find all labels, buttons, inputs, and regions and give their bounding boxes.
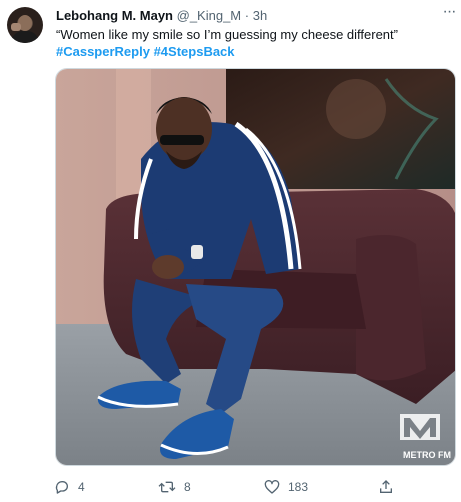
tweet-card[interactable]: Lebohang M. Mayn @_King_M · 3h ··· “Wome… — [0, 0, 461, 502]
tweet-text: “Women like my smile so I’m guessing my … — [56, 27, 398, 42]
author-handle[interactable]: @_King_M — [177, 8, 242, 23]
share-icon — [380, 480, 392, 493]
reply-icon — [55, 480, 68, 494]
photo-illustration: METRO FM — [56, 69, 455, 465]
more-horizontal-icon[interactable]: ··· — [441, 4, 457, 20]
tweet-hashtags: #CassperReply #4StepsBack — [56, 44, 235, 60]
heart-icon — [264, 480, 280, 494]
watermark-text: METRO FM — [403, 450, 451, 460]
like-count: 183 — [288, 480, 309, 494]
tweet-time[interactable]: 3h — [253, 8, 267, 23]
retweet-button[interactable]: 8 — [158, 476, 191, 498]
reply-button[interactable]: 4 — [54, 476, 85, 498]
author-name[interactable]: Lebohang M. Mayn — [56, 8, 173, 23]
avatar-hand — [11, 23, 21, 31]
reply-count: 4 — [78, 480, 85, 494]
separator-dot: · — [244, 8, 250, 23]
share-button[interactable] — [378, 476, 394, 498]
avatar-shirt — [11, 31, 39, 43]
retweet-count: 8 — [184, 480, 191, 494]
tweet-media-photo[interactable]: METRO FM — [55, 68, 456, 466]
avatar[interactable] — [7, 7, 43, 43]
hashtag-link[interactable]: #4StepsBack — [154, 44, 235, 59]
hashtag-link[interactable]: #CassperReply — [56, 44, 150, 59]
tweet-header: Lebohang M. Mayn @_King_M · 3h — [56, 8, 267, 23]
tweet-actions: 4 8 183 — [0, 476, 461, 498]
like-button[interactable]: 183 — [264, 476, 308, 498]
retweet-icon — [158, 481, 176, 493]
